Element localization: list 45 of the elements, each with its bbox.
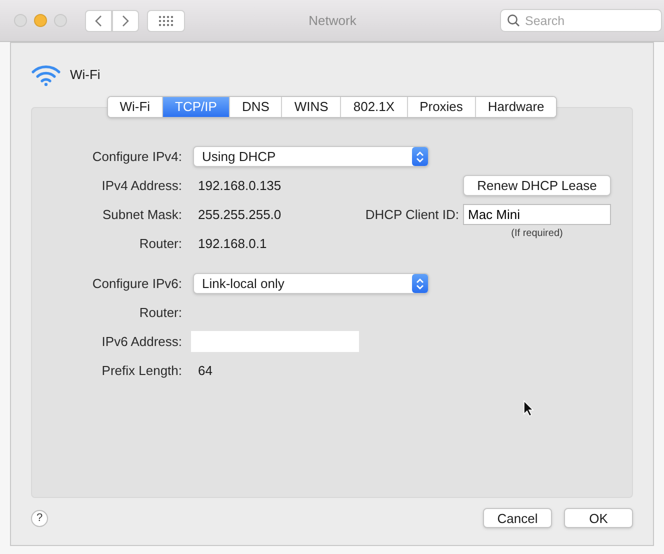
interface-name: Wi-Fi (70, 66, 100, 84)
window-title: Network (308, 12, 356, 30)
wifi-icon (31, 64, 61, 86)
field-label: IPv4 Address: (100, 176, 183, 195)
dialog-button[interactable]: Cancel (483, 508, 552, 528)
chevron-left-icon (95, 14, 102, 26)
hint-text: (If required) (511, 227, 563, 241)
popup-menu[interactable]: Using DHCP (193, 146, 429, 167)
minimize-button[interactable] (34, 14, 47, 27)
chevron-right-icon (122, 14, 129, 26)
field-value: 192.168.0.135 (198, 176, 282, 195)
field-value: 255.255.255.0 (198, 206, 282, 224)
help-button[interactable]: ? (31, 510, 48, 526)
tab[interactable]: Hardware (474, 97, 556, 117)
tab[interactable]: 802.1X (340, 97, 407, 117)
field-label: IPv6 Address: (100, 332, 183, 351)
input-field[interactable] (191, 331, 359, 352)
popup-menu[interactable]: Link-local only (193, 273, 429, 294)
grid-icon (159, 16, 173, 26)
tab[interactable]: DNS (228, 97, 282, 117)
dialog-button[interactable]: OK (564, 508, 633, 528)
tab[interactable]: Wi-Fi (108, 97, 162, 117)
field-label: Configure IPv4: (91, 148, 183, 166)
back-button[interactable] (85, 10, 112, 32)
tab[interactable]: Proxies (406, 97, 475, 117)
renew-dhcp-button[interactable]: Renew DHCP Lease (463, 175, 611, 196)
show-all-button[interactable] (147, 10, 185, 32)
field-value: 192.168.0.1 (198, 234, 267, 253)
field-label: Subnet Mask: (102, 206, 183, 224)
field-label: Router: (138, 304, 183, 322)
client-id-field[interactable]: Mac Mini (463, 204, 611, 225)
field-label: Configure IPv6: (91, 274, 183, 293)
tab[interactable]: WINS (281, 97, 340, 117)
mouse-pointer-icon (523, 400, 534, 417)
chevron-updown-icon (412, 274, 428, 293)
search-field[interactable]: Search (500, 9, 662, 32)
close-button[interactable] (14, 14, 27, 27)
zoom-button[interactable] (54, 14, 67, 27)
field-label: DHCP Client ID: (365, 206, 459, 224)
chevron-updown-icon (412, 147, 428, 166)
field-label: Router: (138, 234, 183, 253)
field-label: Prefix Length: (100, 362, 183, 380)
forward-button[interactable] (112, 10, 139, 32)
search-icon (507, 14, 520, 26)
field-value: 64 (198, 362, 212, 380)
